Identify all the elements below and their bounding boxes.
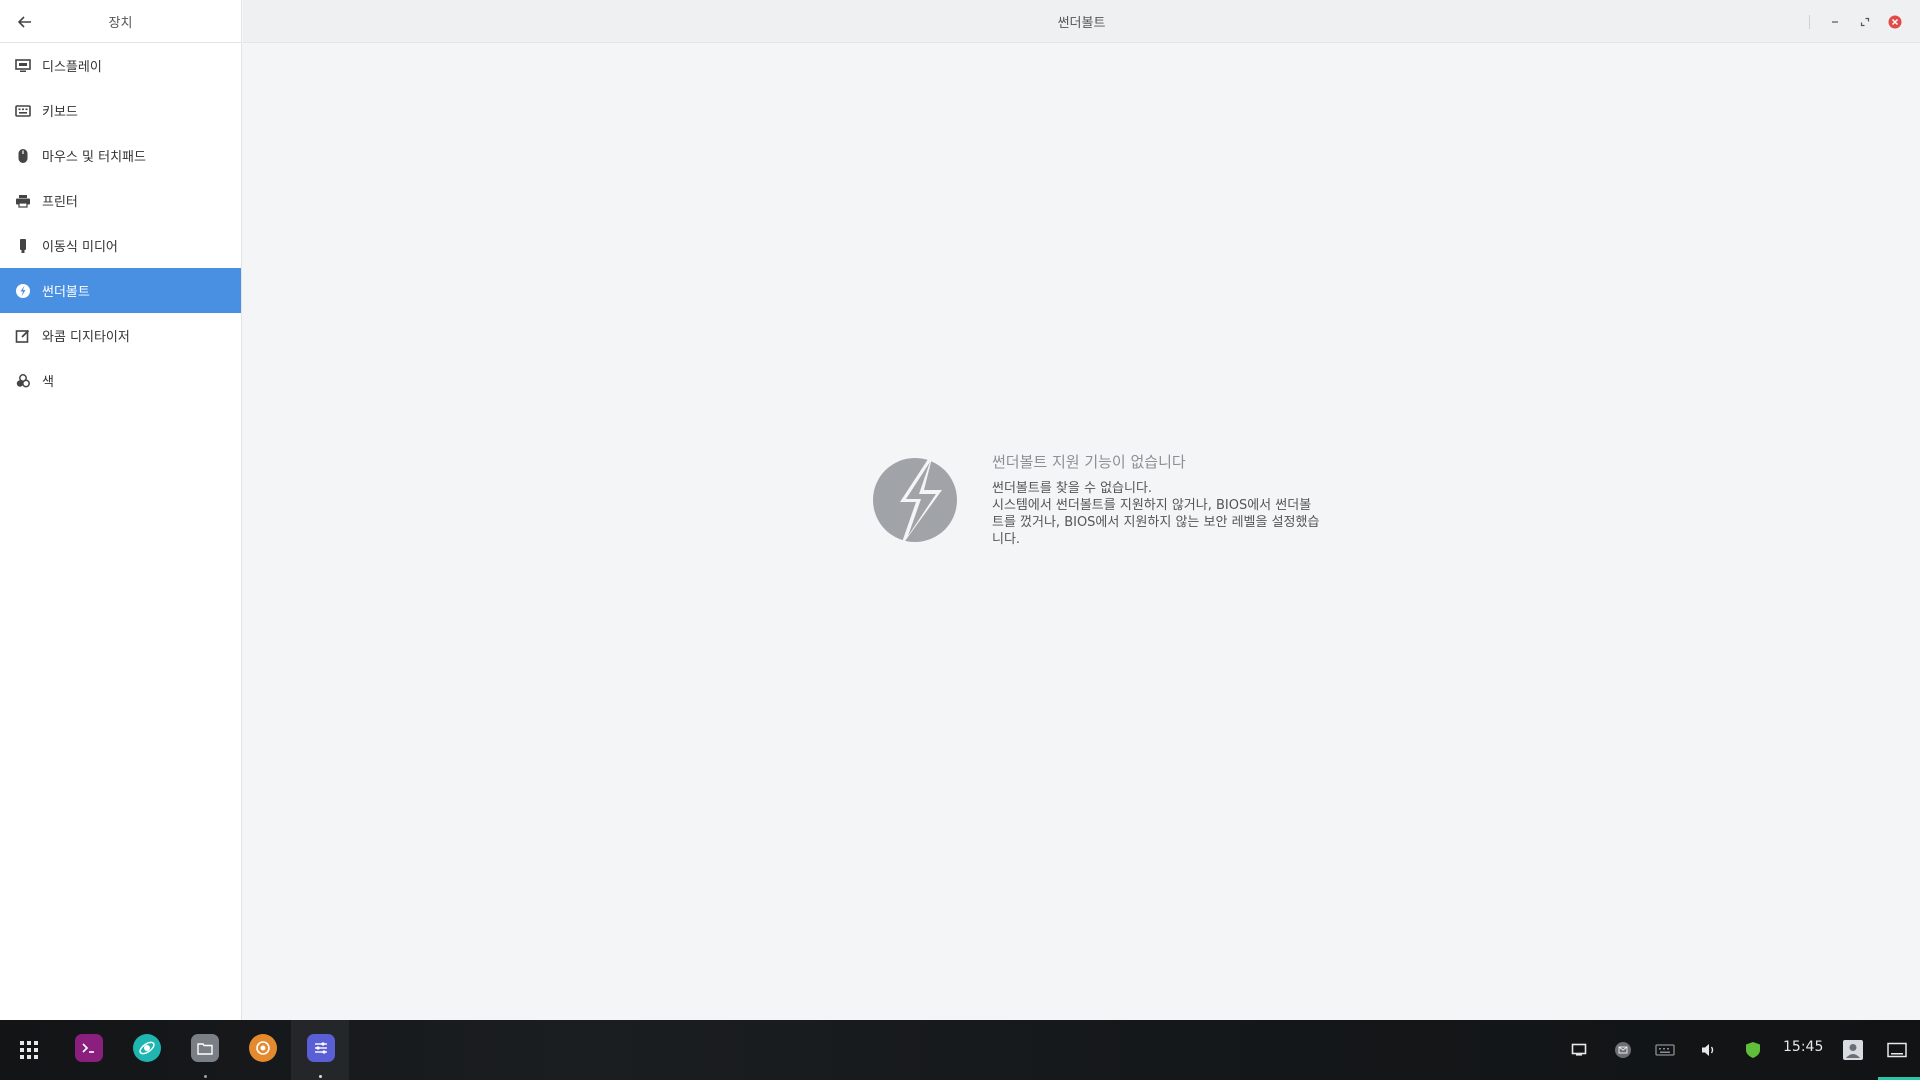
window-controls: [1809, 12, 1910, 32]
mail-tray-button[interactable]: [1612, 1038, 1634, 1062]
volume-tray-button[interactable]: [1698, 1038, 1720, 1062]
empty-state: 썬더볼트 지원 기능이 없습니다 썬더볼트를 찾을 수 없습니다. 시스템에서 …: [872, 450, 1322, 550]
device-nav: 디스플레이 키보드 마우스 및 터치패드 프린터 이동식 미디어 썬더볼트 와콤…: [0, 43, 241, 403]
sidebar-item-wacom[interactable]: 와콤 디지타이저: [0, 313, 241, 358]
user-tray-button[interactable]: [1841, 1038, 1865, 1062]
arrow-left-icon: [18, 16, 31, 28]
launcher-button[interactable]: [18, 1039, 40, 1061]
sidebar-item-label: 키보드: [42, 105, 78, 120]
mail-icon: [1615, 1042, 1631, 1058]
sidebar-item-label: 디스플레이: [42, 60, 102, 75]
maximize-icon: [1860, 17, 1870, 27]
sidebar: 장치 디스플레이 키보드 마우스 및 터치패드 프린터 이동식 미디어 썬더볼트…: [0, 0, 242, 1020]
shield-icon: [1746, 1042, 1760, 1058]
files-app-button[interactable]: [191, 1034, 219, 1062]
taskbar: 15:45: [0, 1020, 1920, 1080]
mouse-icon: [14, 147, 32, 165]
terminal-app-button[interactable]: [75, 1034, 103, 1062]
back-button[interactable]: [14, 11, 36, 33]
sidebar-item-label: 프린터: [42, 195, 78, 210]
user-icon: [1843, 1040, 1863, 1060]
display-icon: [14, 57, 32, 75]
minimize-button[interactable]: [1820, 12, 1850, 32]
empty-state-line1: 썬더볼트를 찾을 수 없습니다.: [992, 481, 1153, 496]
media-app-button[interactable]: [249, 1034, 277, 1062]
window-title: 썬더볼트: [1057, 15, 1106, 31]
close-button[interactable]: [1880, 12, 1910, 32]
message-icon: [1571, 1043, 1587, 1056]
browser-app-button[interactable]: [133, 1034, 161, 1062]
show-desktop-button[interactable]: [1885, 1038, 1909, 1062]
camera-icon: [256, 1041, 270, 1055]
folder-icon: [197, 1043, 213, 1055]
color-icon: [14, 372, 32, 390]
sidebar-item-label: 색: [42, 375, 54, 390]
running-indicator: [204, 1075, 207, 1078]
settings-app-button[interactable]: [307, 1034, 335, 1062]
keyboard-icon: [14, 102, 32, 120]
sidebar-header: 장치: [0, 0, 241, 43]
sidebar-item-display[interactable]: 디스플레이: [0, 43, 241, 88]
sidebar-item-printer[interactable]: 프린터: [0, 178, 241, 223]
usb-drive-icon: [14, 237, 32, 255]
thunderbolt-large-icon: [873, 450, 957, 548]
settings-window: 장치 디스플레이 키보드 마우스 및 터치패드 프린터 이동식 미디어 썬더볼트…: [0, 0, 1920, 1020]
volume-icon: [1702, 1044, 1714, 1056]
terminal-icon: [82, 1043, 94, 1053]
thunderbolt-icon: [14, 282, 32, 300]
security-tray-button[interactable]: [1742, 1038, 1764, 1062]
empty-state-line2: 시스템에서 썬더볼트를 지원하지 않거나, BIOS에서 썬더볼트를 껐거나, …: [992, 498, 1320, 547]
printer-icon: [14, 192, 32, 210]
sidebar-item-mouse[interactable]: 마우스 및 터치패드: [0, 133, 241, 178]
sidebar-item-thunderbolt[interactable]: 썬더볼트: [0, 268, 241, 313]
maximize-button[interactable]: [1850, 12, 1880, 32]
close-icon: [1888, 15, 1902, 29]
main-panel: 썬더볼트 썬더볼트 지원 기능이 없습니다 썬더볼트를 찾을 수 없습니다. 시…: [243, 0, 1920, 1020]
sidebar-item-label: 썬더볼트: [42, 285, 90, 300]
running-indicator: [319, 1075, 322, 1078]
notification-tray-button[interactable]: [1568, 1038, 1590, 1062]
sidebar-item-removable-media[interactable]: 이동식 미디어: [0, 223, 241, 268]
clock[interactable]: 15:45: [1783, 1039, 1823, 1055]
sidebar-item-label: 와콤 디지타이저: [42, 330, 130, 345]
keyboard-tray-button[interactable]: [1654, 1038, 1676, 1062]
titlebar: 썬더볼트: [243, 0, 1920, 43]
keyboard-icon: [1655, 1044, 1675, 1056]
divider: [1809, 15, 1810, 29]
sidebar-title: 장치: [108, 15, 133, 31]
sidebar-item-label: 마우스 및 터치패드: [42, 150, 146, 165]
sliders-icon: [315, 1042, 327, 1054]
sidebar-item-color[interactable]: 색: [0, 358, 241, 403]
empty-state-title: 썬더볼트 지원 기능이 없습니다: [992, 453, 1186, 471]
sidebar-item-label: 이동식 미디어: [42, 240, 118, 255]
grid-icon: [20, 1041, 38, 1059]
minimize-icon: [1832, 21, 1838, 23]
sidebar-item-keyboard[interactable]: 키보드: [0, 88, 241, 133]
tablet-icon: [14, 327, 32, 345]
browser-icon: [139, 1041, 155, 1055]
desktop-icon: [1887, 1042, 1907, 1058]
